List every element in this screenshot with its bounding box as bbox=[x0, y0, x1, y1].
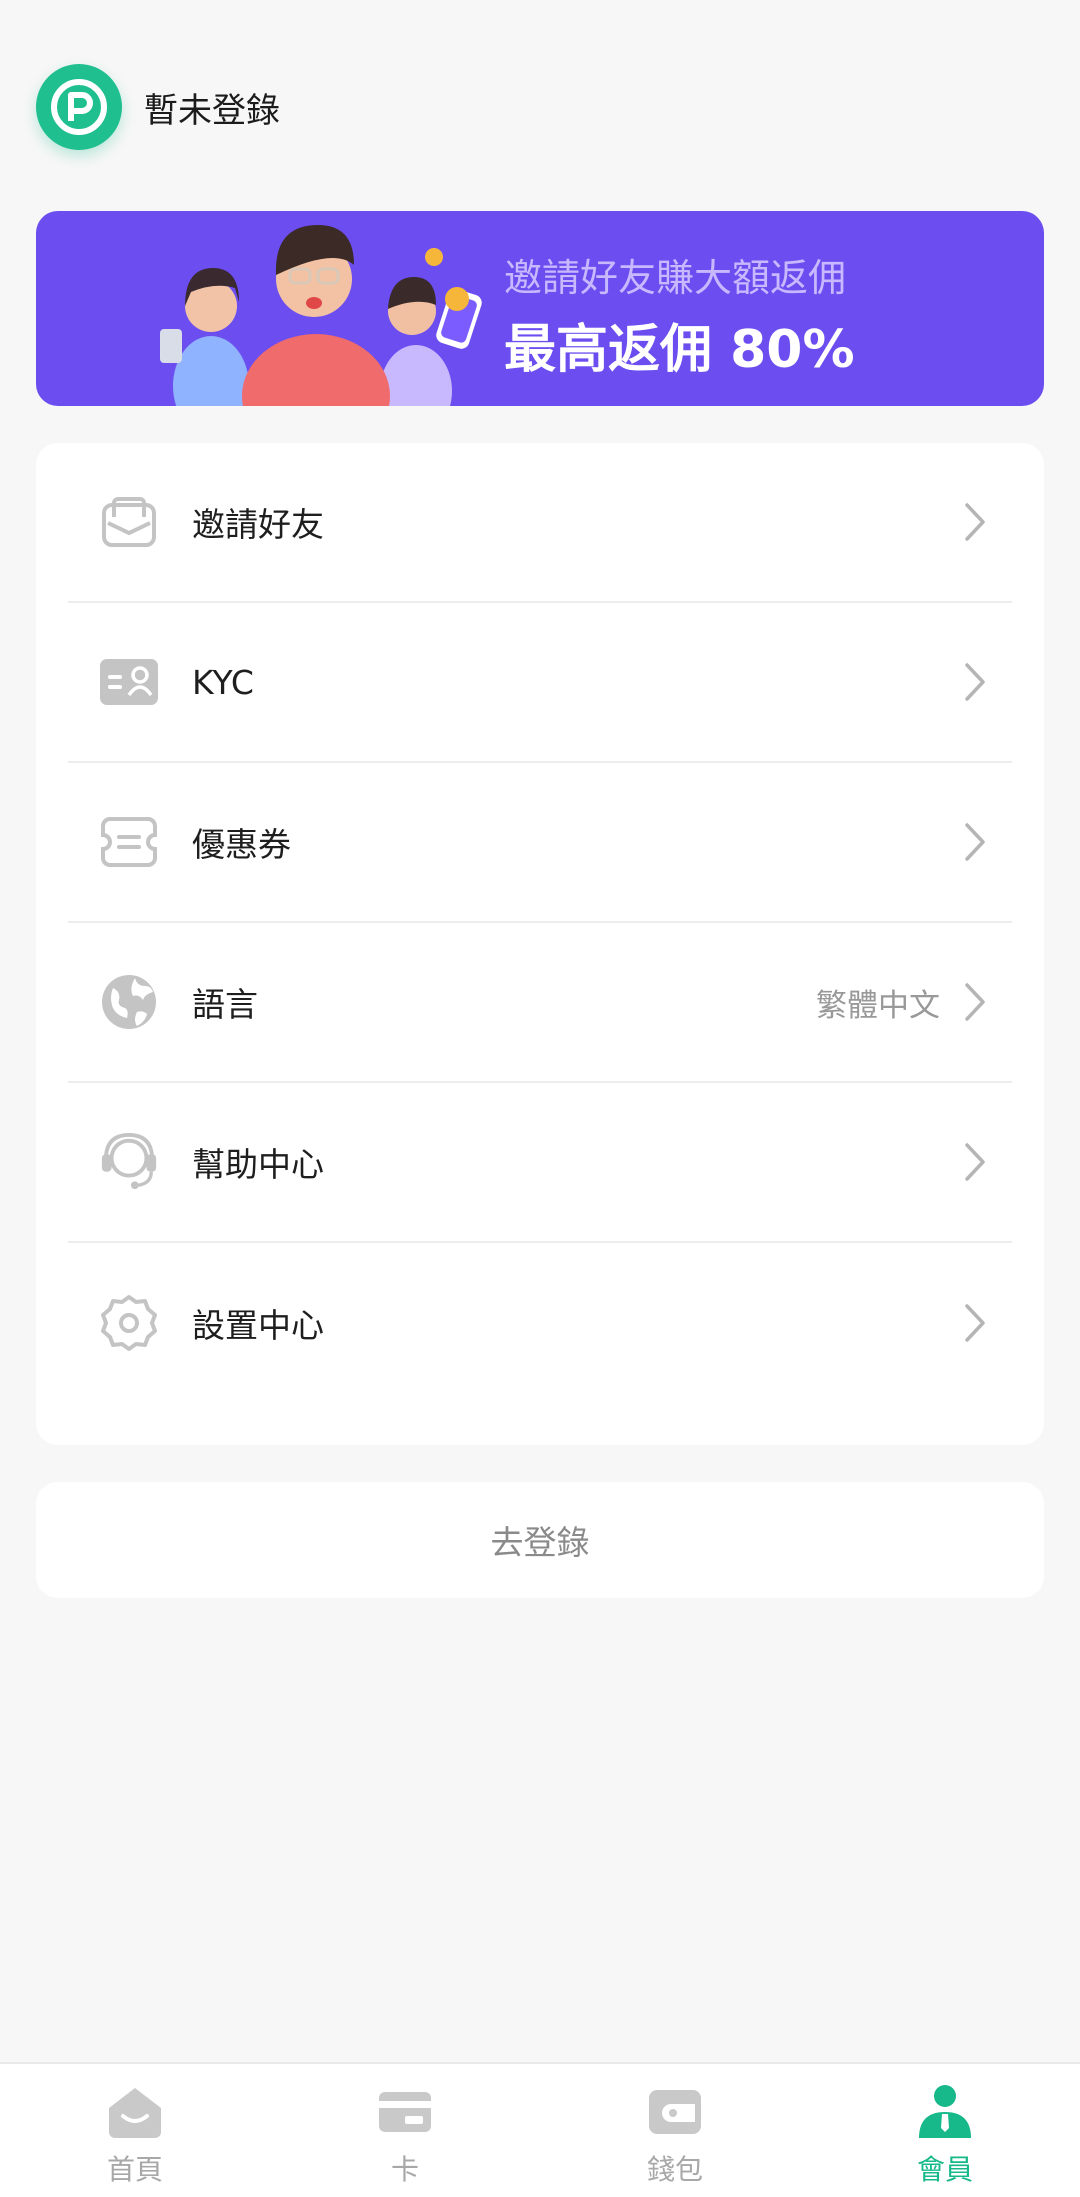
menu-item-coupons[interactable]: 優惠券 bbox=[68, 763, 1012, 923]
tab-label: 首頁 bbox=[106, 2153, 163, 2186]
tab-card[interactable]: 卡 bbox=[270, 2064, 540, 2197]
chevron-right-icon bbox=[965, 663, 985, 701]
globe-icon bbox=[98, 971, 160, 1033]
menu-item-settings[interactable]: 設置中心 bbox=[68, 1243, 1012, 1403]
tab-home[interactable]: 首頁 bbox=[0, 2064, 270, 2197]
menu-item-label: 設置中心 bbox=[192, 1306, 324, 1345]
invite-people-illustration bbox=[160, 225, 482, 406]
menu-item-language[interactable]: 語言 繁體中文 bbox=[68, 923, 1012, 1083]
bottom-tab-bar: 首頁 卡 錢包 會員 bbox=[0, 2062, 1080, 2197]
menu-item-label: 優惠券 bbox=[192, 825, 291, 864]
banner-headline: 最高返佣 80% bbox=[504, 320, 855, 380]
menu-list: 邀請好友 KYC 優惠券 語言 繁體中文 幫助中心 設置中心 bbox=[36, 443, 1044, 1445]
tab-wallet[interactable]: 錢包 bbox=[540, 2064, 810, 2197]
current-language-value: 繁體中文 bbox=[816, 987, 940, 1024]
menu-item-kyc[interactable]: KYC bbox=[68, 603, 1012, 763]
tab-label: 錢包 bbox=[646, 2153, 703, 2186]
chevron-right-icon bbox=[965, 1304, 985, 1342]
chevron-right-icon bbox=[965, 503, 985, 541]
menu-item-invite-friends[interactable]: 邀請好友 bbox=[68, 443, 1012, 603]
chevron-right-icon bbox=[965, 1143, 985, 1181]
logo-p-icon bbox=[51, 79, 107, 135]
member-icon bbox=[919, 2085, 971, 2138]
go-login-button[interactable]: 去登錄 bbox=[36, 1482, 1044, 1598]
menu-item-help-center[interactable]: 幫助中心 bbox=[68, 1083, 1012, 1243]
menu-item-label: 幫助中心 bbox=[192, 1145, 324, 1184]
menu-item-label: KYC bbox=[192, 662, 254, 702]
envelope-icon bbox=[98, 491, 160, 553]
gear-icon bbox=[98, 1292, 160, 1354]
home-icon bbox=[109, 2088, 161, 2138]
menu-item-label: 語言 bbox=[192, 985, 258, 1024]
tab-label: 卡 bbox=[390, 2153, 419, 2186]
card-icon bbox=[379, 2092, 431, 2132]
tab-member[interactable]: 會員 bbox=[810, 2064, 1080, 2197]
app-logo[interactable] bbox=[36, 64, 122, 150]
login-status-text[interactable]: 暫未登錄 bbox=[144, 83, 280, 132]
banner-subtitle: 邀請好友賺大額返佣 bbox=[504, 256, 847, 300]
header: 暫未登錄 bbox=[36, 64, 280, 150]
invite-banner[interactable]: 邀請好友賺大額返佣 最高返佣 80% bbox=[36, 211, 1044, 406]
id-card-icon bbox=[98, 651, 160, 713]
headset-icon bbox=[98, 1131, 160, 1193]
chevron-right-icon bbox=[965, 983, 985, 1021]
coupon-icon bbox=[98, 811, 160, 873]
tab-label: 會員 bbox=[916, 2153, 973, 2186]
menu-item-label: 邀請好友 bbox=[192, 505, 324, 544]
wallet-icon bbox=[649, 2090, 701, 2134]
chevron-right-icon bbox=[965, 823, 985, 861]
